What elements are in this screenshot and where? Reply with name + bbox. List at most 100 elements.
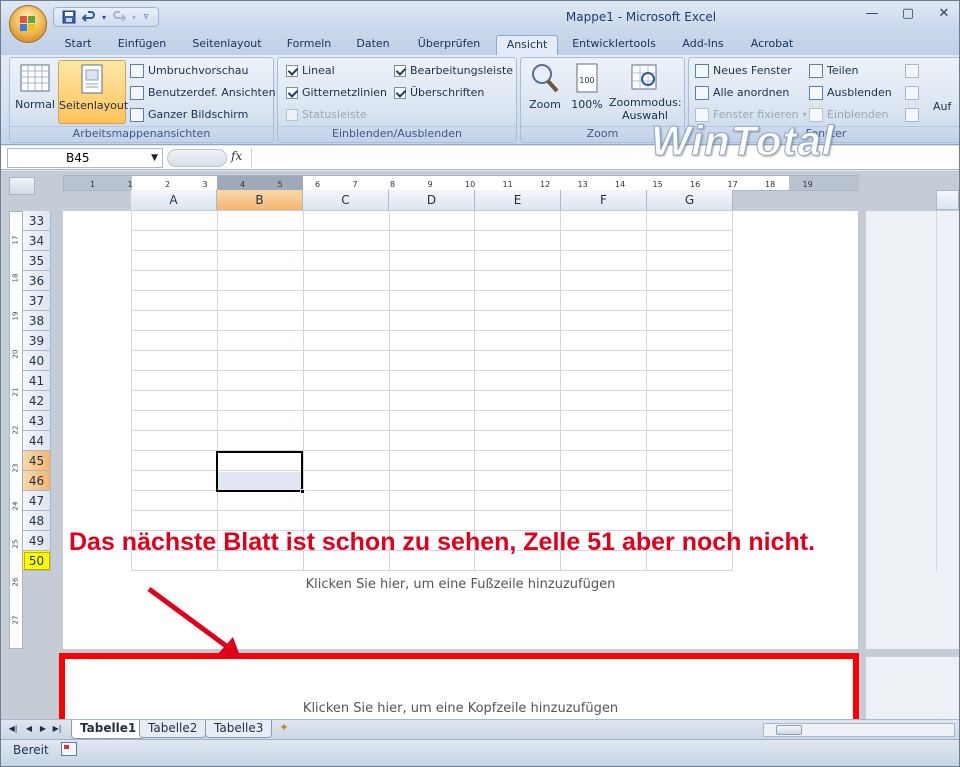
row-header-49[interactable]: 49 xyxy=(23,531,51,551)
chevron-down-icon[interactable]: ▼ xyxy=(151,149,158,167)
cell-g36[interactable] xyxy=(647,271,734,290)
row-header-41[interactable]: 41 xyxy=(23,371,51,391)
cell-e37[interactable] xyxy=(475,291,562,310)
row-header-39[interactable]: 39 xyxy=(23,331,51,351)
redo-icon[interactable] xyxy=(110,9,128,25)
last-sheet-icon[interactable]: ▶| xyxy=(51,723,63,735)
cell-c47[interactable] xyxy=(304,491,390,510)
cell-a40[interactable] xyxy=(132,351,218,370)
cell-b36[interactable] xyxy=(218,271,304,290)
row-header-33[interactable]: 33 xyxy=(23,211,51,231)
cell-a45[interactable] xyxy=(132,451,218,470)
benutzerdef-ansichten-button[interactable]: Benutzerdef. Ansichten xyxy=(130,84,276,102)
alle-anordnen-button[interactable]: Alle anordnen xyxy=(695,84,789,102)
cell-f35[interactable] xyxy=(561,251,648,270)
formula-bar-handle[interactable] xyxy=(167,149,227,167)
office-button[interactable] xyxy=(9,5,47,43)
column-header-g[interactable]: G xyxy=(647,190,733,210)
selected-cell-b45[interactable] xyxy=(216,451,305,494)
gitternetzlinien-checkbox[interactable]: Gitternetzlinien xyxy=(286,84,387,102)
ganzer-bildschirm-button[interactable]: Ganzer Bildschirm xyxy=(130,106,248,124)
cell-d45[interactable] xyxy=(390,451,476,470)
customize-icon[interactable]: ▿ xyxy=(140,9,152,25)
auf-button[interactable]: Auf xyxy=(933,98,951,116)
cell-b41[interactable] xyxy=(218,371,304,390)
cell-a34[interactable] xyxy=(132,231,218,250)
cell-c42[interactable] xyxy=(304,391,390,410)
cell-g41[interactable] xyxy=(647,371,734,390)
cell-g44[interactable] xyxy=(647,431,734,450)
tab-daten[interactable]: Daten xyxy=(349,35,397,55)
cell-grid[interactable] xyxy=(131,211,734,571)
row-header-46[interactable]: 46 xyxy=(23,471,51,491)
cell-e41[interactable] xyxy=(475,371,562,390)
fx-icon[interactable]: fx xyxy=(231,149,242,163)
row-header-50[interactable]: 50 xyxy=(23,551,51,571)
scrollbar-thumb[interactable] xyxy=(776,725,802,735)
cell-e46[interactable] xyxy=(475,471,562,490)
tab-seitenlayout[interactable]: Seitenlayout xyxy=(185,35,269,55)
cell-e47[interactable] xyxy=(475,491,562,510)
tab-start[interactable]: Start xyxy=(55,35,101,55)
fill-handle[interactable] xyxy=(300,489,305,494)
cell-d39[interactable] xyxy=(390,331,476,350)
cell-c34[interactable] xyxy=(304,231,390,250)
minimize-icon[interactable]: — xyxy=(865,7,879,21)
tab-add-ins[interactable]: Add-Ins xyxy=(675,35,731,55)
cell-d33[interactable] xyxy=(390,211,476,230)
cell-f45[interactable] xyxy=(561,451,648,470)
cell-g34[interactable] xyxy=(647,231,734,250)
cell-b44[interactable] xyxy=(218,431,304,450)
umbruchvorschau-button[interactable]: Umbruchvorschau xyxy=(130,62,249,80)
cell-e38[interactable] xyxy=(475,311,562,330)
row-header-40[interactable]: 40 xyxy=(23,351,51,371)
formula-input[interactable] xyxy=(251,148,959,168)
cell-d47[interactable] xyxy=(390,491,476,510)
column-header-a[interactable]: A xyxy=(131,190,217,210)
cell-b37[interactable] xyxy=(218,291,304,310)
cell-d35[interactable] xyxy=(390,251,476,270)
sheet-tab-tabelle1[interactable]: Tabelle1 xyxy=(71,720,146,739)
cell-b39[interactable] xyxy=(218,331,304,350)
cell-b38[interactable] xyxy=(218,311,304,330)
cell-f41[interactable] xyxy=(561,371,648,390)
cell-a41[interactable] xyxy=(132,371,218,390)
cell-c33[interactable] xyxy=(304,211,390,230)
row-header-36[interactable]: 36 xyxy=(23,271,51,291)
cell-d36[interactable] xyxy=(390,271,476,290)
ueberschriften-checkbox[interactable]: Überschriften xyxy=(394,84,484,102)
cell-d34[interactable] xyxy=(390,231,476,250)
maximize-icon[interactable]: ▢ xyxy=(901,7,915,21)
cell-f47[interactable] xyxy=(561,491,648,510)
prev-sheet-icon[interactable]: ◀ xyxy=(23,723,35,735)
cell-c45[interactable] xyxy=(304,451,390,470)
cell-f33[interactable] xyxy=(561,211,648,230)
cell-b47[interactable] xyxy=(218,491,304,510)
save-icon[interactable] xyxy=(60,9,78,25)
cell-g39[interactable] xyxy=(647,331,734,350)
cell-d43[interactable] xyxy=(390,411,476,430)
cell-f44[interactable] xyxy=(561,431,648,450)
column-header-e[interactable]: E xyxy=(475,190,561,210)
zoom-100-button[interactable]: 100 100% xyxy=(569,62,605,111)
cell-c41[interactable] xyxy=(304,371,390,390)
cell-c39[interactable] xyxy=(304,331,390,350)
side-by-side-icon[interactable] xyxy=(905,62,919,80)
cell-f40[interactable] xyxy=(561,351,648,370)
cell-a37[interactable] xyxy=(132,291,218,310)
ausblenden-button[interactable]: Ausblenden xyxy=(809,84,892,102)
column-header-d[interactable]: D xyxy=(389,190,475,210)
select-all-button[interactable] xyxy=(9,177,35,195)
column-header-c[interactable]: C xyxy=(303,190,389,210)
cell-c36[interactable] xyxy=(304,271,390,290)
cell-g37[interactable] xyxy=(647,291,734,310)
cell-f36[interactable] xyxy=(561,271,648,290)
cell-f46[interactable] xyxy=(561,471,648,490)
cell-c46[interactable] xyxy=(304,471,390,490)
neues-fenster-button[interactable]: Neues Fenster xyxy=(695,62,792,80)
normal-button[interactable]: Normal xyxy=(14,62,56,111)
cell-e44[interactable] xyxy=(475,431,562,450)
bearbeitungsleiste-checkbox[interactable]: Bearbeitungsleiste xyxy=(394,62,513,80)
cell-e34[interactable] xyxy=(475,231,562,250)
next-sheet-icon[interactable]: ▶ xyxy=(37,723,49,735)
